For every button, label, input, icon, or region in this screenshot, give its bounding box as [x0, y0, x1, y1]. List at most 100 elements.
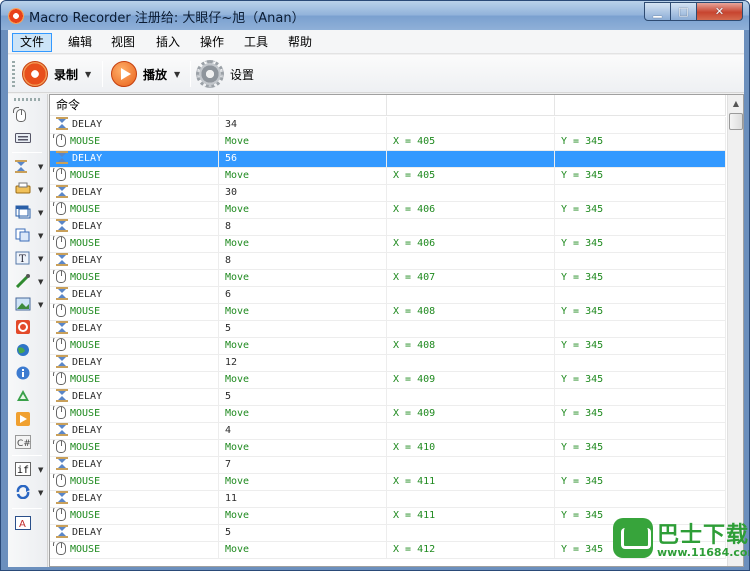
table-row[interactable]: MOUSE Move X = 406 Y = 345 [50, 202, 726, 219]
table-row[interactable]: DELAY 56 [50, 151, 726, 168]
if-dropdown-icon[interactable]: ▼ [38, 466, 43, 474]
mouse-icon [53, 236, 66, 249]
command-name: DELAY [72, 289, 103, 300]
table-row[interactable]: DELAY 34 [50, 117, 726, 134]
param2-cell: X = 409 [387, 372, 555, 388]
wait-dropdown-icon[interactable]: ▼ [38, 186, 43, 194]
window-command-button[interactable] [14, 203, 32, 221]
watermark: 巴士下载 www.11684.com [613, 514, 749, 569]
vertical-scrollbar[interactable]: ▲ [727, 95, 743, 566]
table-row[interactable]: MOUSE Move X = 409 Y = 345 [50, 372, 726, 389]
sidebar-grip[interactable] [14, 98, 40, 101]
record-button[interactable]: 录制 ▼ [22, 60, 91, 88]
table-row[interactable]: DELAY 11 [50, 491, 726, 508]
record-macro-button[interactable] [14, 318, 32, 336]
clipboard-dropdown-icon[interactable]: ▼ [38, 232, 43, 240]
table-row[interactable]: MOUSE Move X = 410 Y = 345 [50, 440, 726, 457]
mouse-icon [53, 304, 66, 317]
table-row[interactable]: DELAY 8 [50, 253, 726, 270]
param2-cell [387, 389, 555, 405]
menu-edit[interactable]: 编辑 [61, 33, 99, 52]
table-row[interactable]: MOUSE Move X = 405 Y = 345 [50, 134, 726, 151]
play-macro-button[interactable] [14, 410, 32, 428]
menu-tools[interactable]: 工具 [237, 33, 275, 52]
param1-cell: Move [219, 134, 387, 150]
param3-cell [555, 117, 726, 133]
loop-dropdown-icon[interactable]: ▼ [38, 489, 43, 497]
command-name: DELAY [72, 357, 103, 368]
play-dropdown-icon[interactable]: ▼ [174, 70, 180, 79]
menu-view[interactable]: 视图 [104, 33, 142, 52]
hourglass-icon [56, 321, 68, 334]
menu-insert[interactable]: 插入 [149, 33, 187, 52]
param2-cell: X = 406 [387, 236, 555, 252]
column-header-param2[interactable] [387, 95, 555, 116]
table-row[interactable]: MOUSE Move X = 408 Y = 345 [50, 338, 726, 355]
table-row[interactable]: DELAY 7 [50, 457, 726, 474]
delay-command-button[interactable] [14, 157, 32, 175]
mouse-command-button[interactable] [13, 106, 32, 124]
keyboard-command-button[interactable] [14, 128, 32, 146]
column-header-command[interactable]: 命令 [50, 95, 219, 116]
menu-file[interactable]: 文件 [12, 33, 53, 52]
table-row[interactable]: MOUSE Move X = 407 Y = 345 [50, 270, 726, 287]
table-row[interactable]: DELAY 4 [50, 423, 726, 440]
command-cell: DELAY [50, 355, 219, 371]
table-row[interactable]: DELAY 5 [50, 321, 726, 338]
minimize-button[interactable]: ▁ [644, 2, 671, 21]
app-icon[interactable] [8, 8, 24, 24]
menu-action[interactable]: 操作 [193, 33, 231, 52]
minimize-icon: ▁ [653, 5, 662, 18]
settings-button[interactable]: 设置 [196, 60, 254, 88]
command-table[interactable]: 命令 DELAY 34 MOUSE Move X = 405 Y = 345 DELAY 56… [49, 94, 744, 567]
menu-help[interactable]: 帮助 [281, 33, 319, 52]
title-bar[interactable]: Macro Recorder 注册给: 大眼仔~旭（Anan） ▁ □ ✕ [1, 1, 749, 30]
mouse-icon [53, 372, 66, 385]
table-row[interactable]: MOUSE Move X = 405 Y = 345 [50, 168, 726, 185]
table-row[interactable]: MOUSE Move X = 411 Y = 345 [50, 474, 726, 491]
command-name: MOUSE [70, 238, 101, 249]
image-icon [15, 297, 31, 311]
param2-cell: X = 407 [387, 270, 555, 286]
color-dropdown-icon[interactable]: ▼ [38, 278, 43, 286]
table-row[interactable]: MOUSE Move X = 406 Y = 345 [50, 236, 726, 253]
maximize-button[interactable]: □ [670, 2, 697, 21]
clipboard-command-button[interactable] [14, 226, 32, 244]
param2-cell: X = 411 [387, 508, 555, 524]
param2-cell: X = 408 [387, 304, 555, 320]
wait-command-button[interactable] [14, 180, 32, 198]
table-row[interactable]: MOUSE Move X = 409 Y = 345 [50, 406, 726, 423]
text-dropdown-icon[interactable]: ▼ [38, 255, 43, 263]
image-dropdown-icon[interactable]: ▼ [38, 301, 43, 309]
table-row[interactable]: DELAY 5 [50, 389, 726, 406]
csharp-command-button[interactable]: C# [14, 433, 32, 451]
mouse-icon [53, 474, 66, 487]
label-command-button[interactable]: A [14, 514, 32, 532]
image-command-button[interactable] [14, 295, 32, 313]
column-header-param3[interactable] [555, 95, 726, 116]
play-button[interactable]: 播放 ▼ [111, 60, 180, 88]
color-command-button[interactable] [14, 272, 32, 290]
toolbar-grip[interactable] [12, 61, 15, 87]
table-row[interactable]: DELAY 8 [50, 219, 726, 236]
text-command-button[interactable]: T [14, 249, 32, 267]
web-command-button[interactable] [14, 341, 32, 359]
window-dropdown-icon[interactable]: ▼ [38, 209, 43, 217]
record-dropdown-icon[interactable]: ▼ [85, 70, 91, 79]
table-row[interactable]: MOUSE Move X = 408 Y = 345 [50, 304, 726, 321]
scroll-up-icon[interactable]: ▲ [728, 95, 743, 112]
column-header-param1[interactable] [219, 95, 387, 116]
info-command-button[interactable] [14, 364, 32, 382]
table-row[interactable]: DELAY 30 [50, 185, 726, 202]
play-icon [111, 61, 137, 87]
param2-cell [387, 219, 555, 235]
command-name: MOUSE [70, 170, 101, 181]
if-command-button[interactable]: if [14, 460, 32, 478]
run-command-button[interactable] [14, 387, 32, 405]
table-row[interactable]: DELAY 6 [50, 287, 726, 304]
table-row[interactable]: DELAY 12 [50, 355, 726, 372]
delay-dropdown-icon[interactable]: ▼ [38, 163, 43, 171]
loop-command-button[interactable] [14, 483, 32, 501]
close-button[interactable]: ✕ [696, 2, 743, 21]
scrollbar-thumb[interactable] [729, 113, 743, 130]
